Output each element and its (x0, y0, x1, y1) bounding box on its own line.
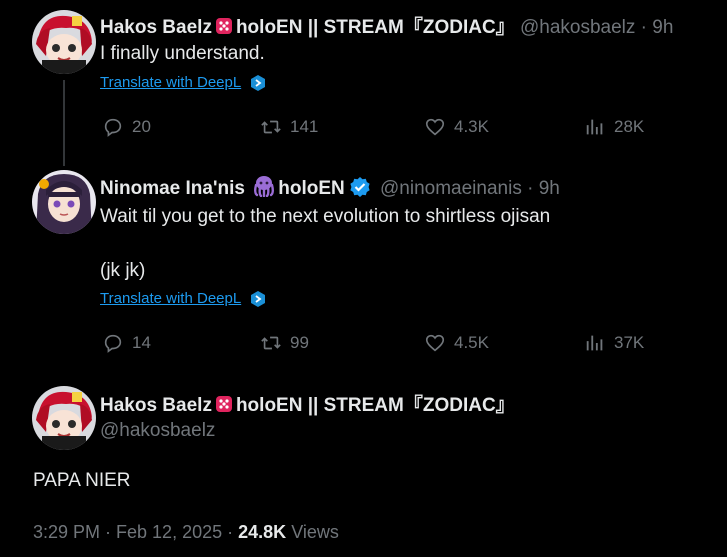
repost-icon (261, 336, 281, 350)
author-name[interactable]: Hakos Baelz (100, 17, 212, 38)
translate-label[interactable]: Translate with DeepL (100, 74, 241, 91)
like-count: 4.5K (454, 333, 489, 352)
avatar[interactable] (32, 386, 96, 450)
heart-icon (425, 118, 445, 136)
author-suffix[interactable]: holoEN || STREAM『ZODIAC』 (236, 17, 515, 38)
view-count: 24.8K (238, 522, 287, 542)
author-suffix[interactable]: holoEN (278, 178, 345, 199)
avatar[interactable] (32, 170, 96, 234)
reply-button[interactable]: 20 (102, 116, 151, 138)
author-handle[interactable]: @hakosbaelz (520, 17, 635, 38)
tweet-text-line1: Wait til you get to the next evolution t… (100, 206, 551, 227)
author-name[interactable]: Hakos Baelz (100, 395, 212, 416)
translate-link[interactable]: Translate with DeepL (100, 74, 267, 92)
views-button[interactable]: 28K (584, 116, 644, 138)
like-button[interactable]: 4.5K (424, 332, 489, 354)
reply-button[interactable]: 14 (102, 332, 151, 354)
view-count: 28K (614, 117, 645, 136)
author-suffix[interactable]: holoEN || STREAM『ZODIAC』 (236, 395, 515, 416)
tweet-footer: 3:29 PM · Feb 12, 2025 · 24.8K Views (33, 522, 339, 543)
tweet-text-line2: (jk jk) (100, 260, 146, 281)
translate-label[interactable]: Translate with DeepL (100, 290, 241, 307)
translate-link[interactable]: Translate with DeepL (100, 290, 267, 308)
reply-icon (104, 118, 122, 137)
analytics-icon (586, 119, 603, 135)
reply1-header: Hakos Baelz holoEN || STREAM『ZODIAC』 @hak… (100, 12, 673, 42)
tweet-text: PAPA NIER (33, 470, 131, 491)
thread-line (63, 80, 65, 166)
dice-icon (214, 16, 234, 42)
reply-icon (104, 334, 122, 353)
author-handle[interactable]: @hakosbaelz (100, 420, 215, 442)
reply2-header: Ninomae Ina'nis holoEN @ninomaeinanis · … (100, 175, 560, 204)
deepl-icon (249, 290, 267, 308)
reply-count: 20 (132, 117, 151, 136)
analytics-icon (586, 335, 603, 351)
octopus-icon (252, 175, 276, 203)
dice-icon (214, 394, 234, 420)
tweet-text: I finally understand. (100, 43, 265, 64)
view-count: 37K (614, 333, 645, 352)
repost-count: 99 (290, 333, 309, 352)
repost-count: 141 (290, 117, 319, 136)
timestamp[interactable]: 3:29 PM · Feb 12, 2025 · (33, 522, 233, 542)
author-name[interactable]: Ninomae Ina'nis (100, 178, 245, 199)
verified-badge-icon (349, 176, 371, 204)
repost-button[interactable]: 141 (260, 116, 318, 138)
reply-count: 14 (132, 333, 151, 352)
deepl-icon (249, 74, 267, 92)
repost-button[interactable]: 99 (260, 332, 309, 354)
like-count: 4.3K (454, 117, 489, 136)
repost-icon (261, 120, 281, 134)
post-time[interactable]: · 9h (527, 178, 560, 199)
views-label: Views (291, 522, 339, 542)
heart-icon (425, 334, 445, 352)
avatar[interactable] (32, 10, 96, 74)
views-button[interactable]: 37K (584, 332, 644, 354)
author-handle[interactable]: @ninomaeinanis (380, 178, 522, 199)
main-tweet-header: Hakos Baelz holoEN || STREAM『ZODIAC』 (100, 390, 515, 420)
post-time[interactable]: · 9h (641, 17, 674, 38)
like-button[interactable]: 4.3K (424, 116, 489, 138)
